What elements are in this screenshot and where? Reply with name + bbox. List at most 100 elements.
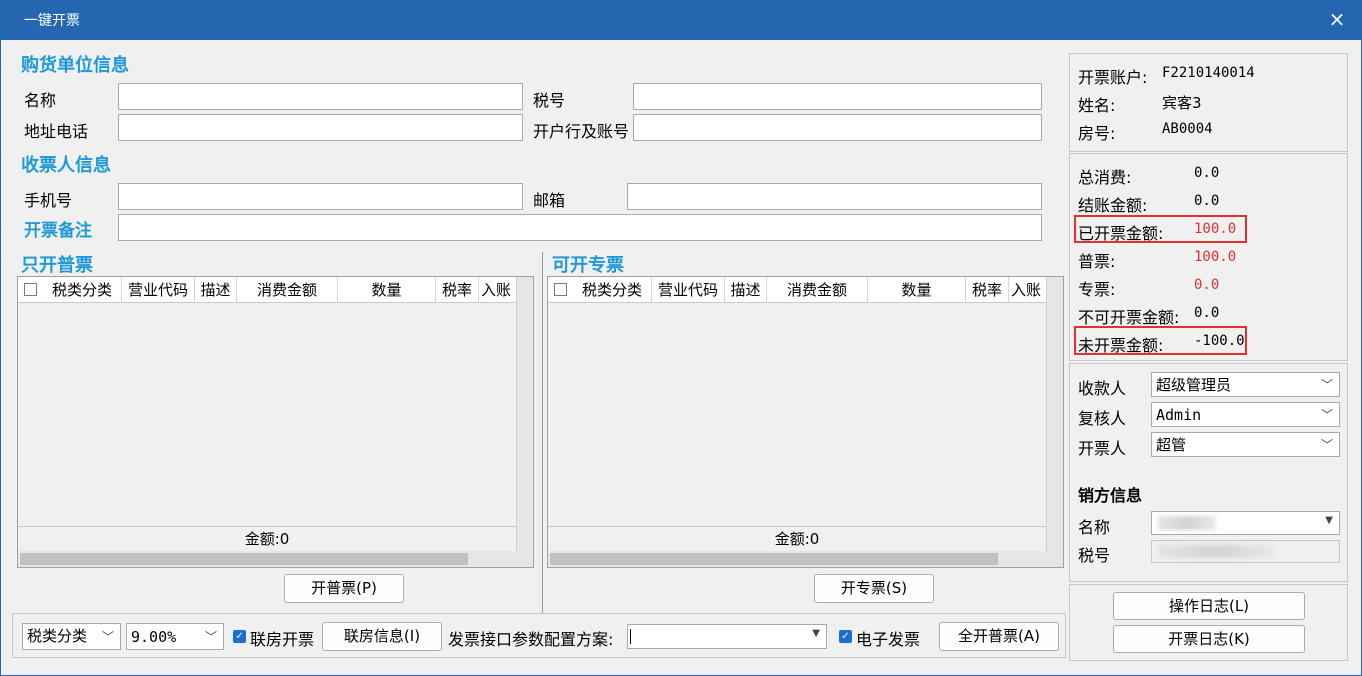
buyer-name-input[interactable] xyxy=(118,83,523,110)
drawer-select[interactable]: 超管 ﹀ xyxy=(1151,432,1340,457)
chevron-down-icon: ﹀ xyxy=(1320,408,1333,422)
chevron-down-icon: ﹀ xyxy=(101,630,114,644)
room-label: 房号: xyxy=(1078,124,1116,143)
chevron-down-icon: ﹀ xyxy=(204,630,217,644)
reviewer-label: 复核人 xyxy=(1078,409,1127,428)
e-invoice-checkbox[interactable]: ✓ xyxy=(839,630,852,643)
grid-header: 税类分类 营业代码 描述 消费金额 数量 税率 入账 xyxy=(18,277,516,303)
uninvoiced-value: -100.0 xyxy=(1194,333,1245,349)
noninvoice-label: 不可开票金额: xyxy=(1078,308,1180,327)
special-amount-label: 专票: xyxy=(1078,280,1116,299)
invoiced-value: 100.0 xyxy=(1194,221,1237,237)
col-tax-category[interactable]: 税类分类 xyxy=(573,277,652,302)
phone-label: 手机号 xyxy=(24,191,73,210)
buyer-bank-input[interactable] xyxy=(633,114,1042,141)
col-tax-rate[interactable]: 税率 xyxy=(966,277,1009,302)
payee-value: 超级管理员 xyxy=(1156,376,1232,394)
tax-rate-select[interactable]: 9.00% ﹀ xyxy=(126,623,224,650)
open-special-invoice-button[interactable]: 开专票(S) xyxy=(814,574,934,603)
normal-invoice-title: 只开普票 xyxy=(21,255,93,276)
open-normal-invoice-button[interactable]: 开普票(P) xyxy=(284,574,404,603)
special-invoice-title: 可开专票 xyxy=(552,255,624,276)
phone-input[interactable] xyxy=(118,183,523,210)
dropdown-arrow-icon: ▼ xyxy=(1325,515,1333,526)
link-room-label[interactable]: 联房开票 xyxy=(250,626,314,650)
link-info-button[interactable]: 联房信息(I) xyxy=(322,622,442,651)
drawer-value: 超管 xyxy=(1156,436,1187,454)
buyer-bank-label: 开户行及账号 xyxy=(533,122,630,141)
payee-label: 收款人 xyxy=(1078,379,1127,398)
account-value: F2210140014 xyxy=(1162,65,1255,81)
normal-amount-value: 100.0 xyxy=(1194,249,1237,265)
text-caret xyxy=(630,629,631,644)
col-booking[interactable]: 入账 xyxy=(1009,277,1046,302)
buyer-address-label: 地址电话 xyxy=(24,122,89,141)
horizontal-scrollbar[interactable] xyxy=(548,551,1063,567)
select-all-checkbox[interactable] xyxy=(24,283,37,296)
redacted-seller-name xyxy=(1158,516,1216,530)
dropdown-arrow-icon[interactable]: ▼ xyxy=(812,628,820,639)
col-quantity[interactable]: 数量 xyxy=(338,277,436,302)
account-label: 开票账户: xyxy=(1078,68,1148,87)
special-invoice-grid: 税类分类 营业代码 描述 消费金额 数量 税率 入账 金额:0 xyxy=(547,276,1064,568)
invoice-log-button[interactable]: 开票日志(K) xyxy=(1113,625,1305,653)
buyer-address-input[interactable] xyxy=(118,114,523,141)
select-all-checkbox[interactable] xyxy=(554,283,567,296)
guest-name-label: 姓名: xyxy=(1078,96,1116,115)
vertical-divider xyxy=(542,252,543,613)
tax-rate-value: 9.00% xyxy=(131,628,177,646)
buyer-tax-label: 税号 xyxy=(533,91,566,110)
config-select[interactable]: ▼ xyxy=(627,624,827,649)
col-business-code[interactable]: 营业代码 xyxy=(652,277,725,302)
grid-header: 税类分类 营业代码 描述 消费金额 数量 税率 入账 xyxy=(548,277,1046,303)
total-label: 总消费: xyxy=(1078,168,1132,187)
col-description[interactable]: 描述 xyxy=(195,277,237,302)
col-amount[interactable]: 消费金额 xyxy=(767,277,868,302)
redacted-seller-tax xyxy=(1158,545,1273,558)
title-bar: 一键开票 × xyxy=(0,0,1362,40)
buyer-section-title: 购货单位信息 xyxy=(21,55,129,76)
col-description[interactable]: 描述 xyxy=(725,277,767,302)
seller-name-select[interactable]: ▼ xyxy=(1151,511,1340,535)
chevron-down-icon: ﹀ xyxy=(1320,438,1333,452)
col-booking[interactable]: 入账 xyxy=(479,277,516,302)
operation-log-button[interactable]: 操作日志(L) xyxy=(1113,592,1305,620)
close-icon[interactable]: × xyxy=(1326,8,1348,30)
seller-tax-label: 税号 xyxy=(1078,546,1111,565)
col-quantity[interactable]: 数量 xyxy=(868,277,966,302)
invoiced-label: 已开票金额: xyxy=(1078,224,1164,243)
e-invoice-label[interactable]: 电子发票 xyxy=(856,626,920,650)
reviewer-select[interactable]: Admin ﹀ xyxy=(1151,402,1340,427)
payee-select[interactable]: 超级管理员 ﹀ xyxy=(1151,372,1340,397)
col-tax-category[interactable]: 税类分类 xyxy=(43,277,122,302)
tax-category-select[interactable]: 税类分类 ﹀ xyxy=(22,623,121,650)
col-business-code[interactable]: 营业代码 xyxy=(122,277,195,302)
vertical-scrollbar[interactable] xyxy=(1046,277,1063,551)
remark-label: 开票备注 xyxy=(24,221,92,241)
window-title: 一键开票 xyxy=(24,13,80,29)
all-normal-invoice-button[interactable]: 全开普票(A) xyxy=(939,622,1059,651)
special-sum-text: 金额:0 xyxy=(548,526,1046,550)
guest-name-value: 宾客3 xyxy=(1162,94,1202,112)
horizontal-scrollbar[interactable] xyxy=(18,551,533,567)
seller-name-label: 名称 xyxy=(1078,518,1111,537)
special-amount-value: 0.0 xyxy=(1194,277,1220,293)
seller-section-title: 销方信息 xyxy=(1078,486,1143,505)
remark-input[interactable] xyxy=(118,214,1042,241)
seller-tax-field xyxy=(1151,540,1340,563)
email-input[interactable] xyxy=(627,183,1042,210)
col-tax-rate[interactable]: 税率 xyxy=(436,277,479,302)
uninvoiced-label: 未开票金额: xyxy=(1078,336,1164,355)
scroll-thumb[interactable] xyxy=(550,553,998,565)
vertical-scrollbar[interactable] xyxy=(516,277,533,551)
settled-label: 结账金额: xyxy=(1078,196,1148,215)
col-amount[interactable]: 消费金额 xyxy=(237,277,338,302)
link-room-checkbox[interactable]: ✓ xyxy=(233,630,246,643)
noninvoice-value: 0.0 xyxy=(1194,305,1220,321)
drawer-label: 开票人 xyxy=(1078,439,1127,458)
buyer-name-label: 名称 xyxy=(24,91,57,110)
settled-value: 0.0 xyxy=(1194,193,1220,209)
scroll-thumb[interactable] xyxy=(20,553,468,565)
room-value: AB0004 xyxy=(1162,121,1213,137)
buyer-tax-input[interactable] xyxy=(633,83,1042,110)
